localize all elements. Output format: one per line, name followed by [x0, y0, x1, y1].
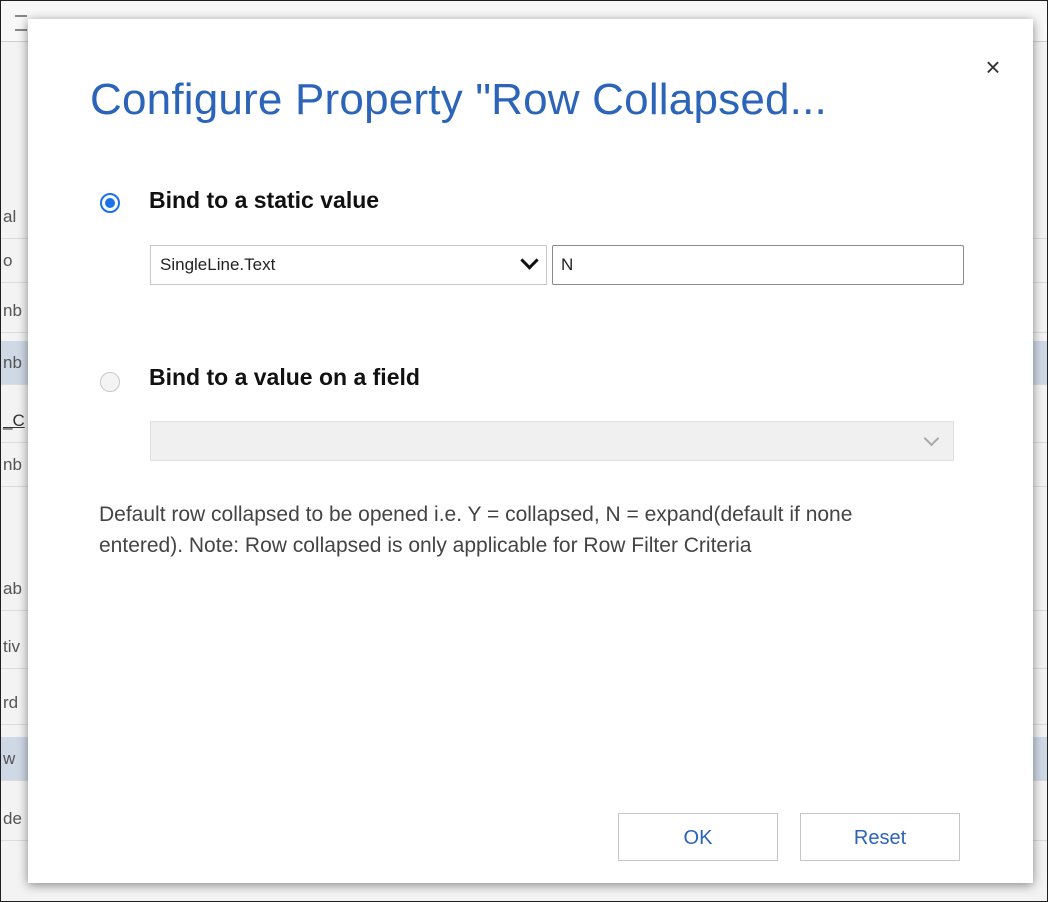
- help-description: Default row collapsed to be opened i.e. …: [99, 503, 853, 557]
- background-row-text: o: [3, 251, 13, 270]
- background-row-text: ab: [3, 579, 22, 598]
- configure-property-dialog: × Configure Property "Row Collapsed... B…: [28, 19, 1033, 883]
- background-row-text: _C: [3, 411, 25, 430]
- static-type-select-value: SingleLine.Text: [160, 255, 276, 274]
- background-row-text: de: [3, 809, 22, 828]
- menu-icon: [15, 15, 27, 31]
- screenshot-frame: al o nb nb _C nb ab tiv rd w de × Config…: [0, 0, 1048, 902]
- background-row-text: rd: [3, 693, 19, 712]
- static-value-radio[interactable]: [100, 193, 120, 213]
- ok-button[interactable]: OK: [618, 813, 778, 861]
- background-row-text: nb: [3, 353, 22, 372]
- background-row-text: w: [3, 749, 16, 768]
- background-row-text: al: [3, 207, 17, 226]
- static-type-select[interactable]: SingleLine.Text: [150, 245, 547, 285]
- reset-button[interactable]: Reset: [800, 813, 960, 861]
- chevron-down-icon: [923, 430, 940, 447]
- close-icon[interactable]: ×: [979, 53, 1007, 81]
- static-value-input[interactable]: [552, 245, 964, 285]
- background-row-text: nb: [3, 301, 22, 320]
- chevron-down-icon: [520, 251, 539, 270]
- static-value-radio-label[interactable]: Bind to a static value: [149, 187, 379, 214]
- field-value-radio-label[interactable]: Bind to a value on a field: [149, 364, 420, 391]
- dialog-title: Configure Property "Row Collapsed...: [90, 75, 827, 124]
- field-select: [150, 421, 954, 461]
- field-value-radio[interactable]: [100, 372, 120, 392]
- background-row-text: nb: [3, 455, 22, 474]
- background-row-text: tiv: [3, 637, 20, 656]
